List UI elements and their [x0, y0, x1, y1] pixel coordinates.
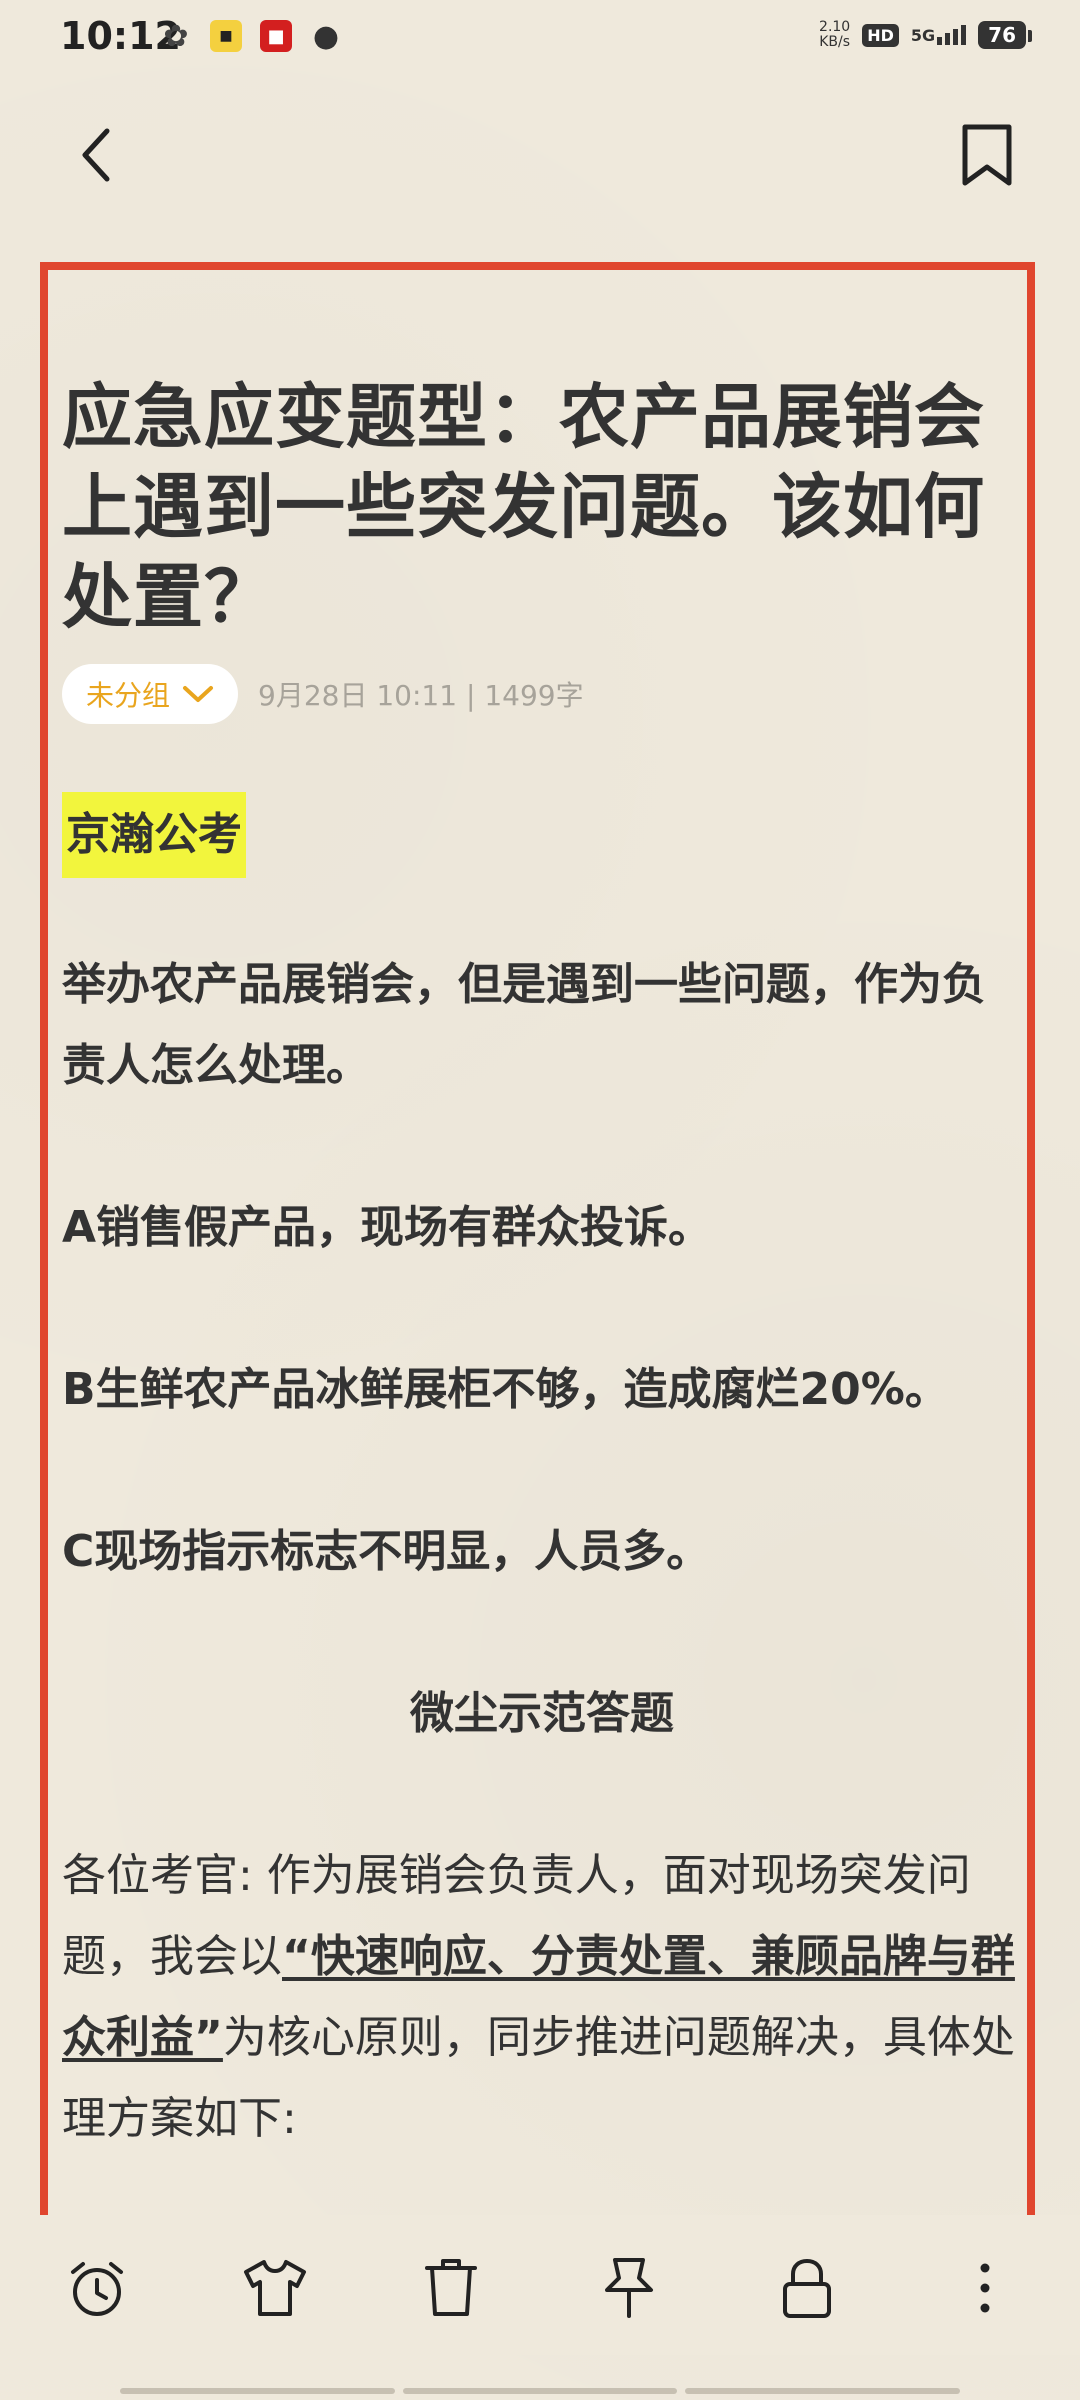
note-date: 9月28日 10:11 — [258, 679, 458, 712]
note-content[interactable]: 应急应变题型：农产品展销会上遇到一些突发问题。该如何处置？ 未分组 9月28日 … — [62, 372, 1022, 2203]
chevron-down-icon — [183, 686, 214, 702]
bookmark-icon — [962, 124, 1012, 186]
item-c: C现场指示标志不明显，人员多。 — [62, 1526, 711, 1577]
gesture-navigation-bar[interactable] — [120, 2388, 961, 2394]
status-bar: 10:12 ✿ ■ ■ ● 2.10 KB/s HD 5G 76 — [0, 0, 1080, 84]
lock-button[interactable] — [770, 2251, 844, 2325]
brand-highlight: 京瀚公考 — [62, 792, 246, 878]
meta-separator: | — [465, 679, 476, 712]
note-page: 10:12 ✿ ■ ■ ● 2.10 KB/s HD 5G 76 应急应变题型：… — [0, 0, 1080, 2400]
question-paragraph: 举办农产品展销会，但是遇到一些问题，作为负责人怎么处理。 — [62, 959, 986, 1091]
lock-icon — [783, 2258, 831, 2318]
red-app-icon: ■ — [260, 20, 292, 52]
section-title: 微尘示范答题 — [410, 1688, 674, 1739]
answer-paragraph: 各位考官: 作为展销会负责人，面对现场突发问题，我会以“快速响应、分责处置、兼顾… — [62, 1835, 1022, 2159]
pin-button[interactable] — [592, 2251, 666, 2325]
reminder-button[interactable] — [60, 2251, 134, 2325]
hd-badge: HD — [862, 23, 899, 47]
more-vertical-icon — [980, 2263, 990, 2313]
network-speed: 2.10 KB/s — [819, 19, 851, 50]
signal-icon: 5G — [911, 25, 967, 45]
note-date-wordcount: 9月28日 10:11 | 1499字 — [258, 674, 584, 714]
group-selector[interactable]: 未分组 — [62, 664, 239, 724]
word-count: 1499字 — [484, 679, 584, 712]
status-indicators: 2.10 KB/s HD 5G 76 — [819, 19, 1032, 50]
bottom-toolbar — [0, 2215, 1080, 2355]
more-button[interactable] — [948, 2251, 1022, 2325]
yellow-app-icon: ■ — [210, 20, 242, 52]
shirt-icon — [244, 2260, 306, 2316]
chevron-left-icon — [82, 128, 110, 182]
pinwheel-app-icon: ✿ — [163, 18, 189, 54]
item-b: B生鲜农产品冰鲜展柜不够，造成腐烂20%。 — [62, 1364, 949, 1415]
note-title[interactable]: 应急应变题型：农产品展销会上遇到一些突发问题。该如何处置？ — [62, 372, 1022, 642]
delete-button[interactable] — [414, 2251, 488, 2325]
bookmark-button[interactable] — [952, 120, 1022, 190]
back-button[interactable] — [62, 120, 132, 190]
battery-icon: 76 — [978, 21, 1032, 49]
wechat-icon: ● — [312, 18, 340, 54]
item-a: A销售假产品，现场有群众投诉。 — [62, 1202, 713, 1253]
note-meta: 未分组 9月28日 10:11 | 1499字 — [62, 664, 1022, 724]
alarm-clock-icon — [71, 2262, 123, 2316]
pin-icon — [605, 2258, 653, 2318]
theme-button[interactable] — [238, 2251, 312, 2325]
trash-icon — [425, 2259, 477, 2316]
group-label: 未分组 — [86, 679, 171, 712]
status-app-icons: ✿ ■ ■ ● — [160, 18, 342, 54]
